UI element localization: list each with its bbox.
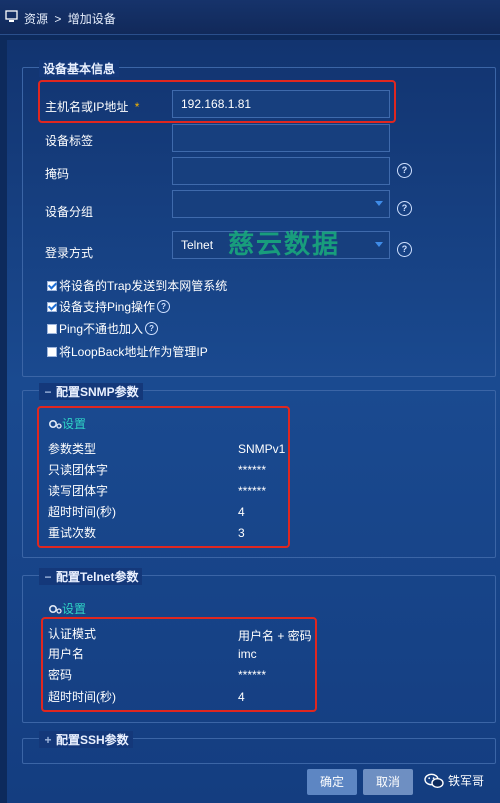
breadcrumb-current: 增加设备	[67, 12, 116, 26]
resource-monitor-icon	[5, 10, 18, 22]
hostname-highlight	[38, 80, 396, 123]
chevron-down-icon	[375, 242, 383, 247]
device-tag-label: 设备标签	[45, 134, 94, 148]
trap-option[interactable]: 将设备的Trap发送到本网管系统	[47, 277, 227, 294]
device-group-help-icon[interactable]: ?	[397, 201, 412, 216]
device-tag-input[interactable]	[172, 124, 390, 152]
breadcrumb: 资源 > 增加设备	[24, 10, 116, 27]
breadcrumb-separator: >	[54, 12, 62, 26]
ping-fail-checkbox[interactable]	[47, 323, 57, 334]
cancel-button[interactable]: 取消	[363, 769, 413, 795]
gear-icon	[48, 604, 62, 614]
breadcrumb-root[interactable]: 资源	[24, 12, 48, 26]
snmp-legend[interactable]: − 配置SNMP参数	[39, 383, 143, 400]
basic-info-legend: 设备基本信息	[39, 60, 120, 77]
trap-checkbox[interactable]	[47, 280, 57, 291]
telnet-highlight	[41, 617, 317, 712]
collapse-icon[interactable]: −	[43, 570, 53, 584]
loopback-option[interactable]: 将LoopBack地址作为管理IP	[47, 343, 208, 360]
confirm-button[interactable]: 确定	[307, 769, 357, 795]
telnet-legend[interactable]: − 配置Telnet参数	[39, 568, 143, 585]
login-method-label: 登录方式	[45, 246, 94, 260]
login-method-value: Telnet	[181, 238, 214, 252]
telnet-settings-link[interactable]: 设置	[48, 600, 86, 617]
ssh-panel: + 配置SSH参数	[22, 731, 496, 764]
device-group-select[interactable]	[172, 190, 390, 218]
loopback-checkbox[interactable]	[47, 346, 57, 357]
expand-icon[interactable]: +	[43, 733, 53, 747]
mask-label: 掩码	[45, 167, 70, 181]
wechat-badge: 铁军哥	[424, 772, 484, 789]
top-bar: 资源 > 增加设备	[0, 0, 500, 35]
device-group-label: 设备分组	[45, 205, 94, 219]
ping-support-checkbox[interactable]	[47, 301, 57, 312]
ping-support-help-icon[interactable]: ?	[157, 300, 171, 313]
mask-input[interactable]	[172, 157, 390, 185]
chevron-down-icon	[375, 201, 383, 206]
snmp-highlight	[37, 406, 290, 548]
collapse-icon[interactable]: −	[43, 385, 53, 399]
wechat-icon	[424, 773, 444, 788]
ping-fail-help-icon[interactable]: ?	[145, 322, 159, 335]
login-method-help-icon[interactable]: ?	[397, 242, 412, 257]
watermark: 慈云数据	[228, 230, 341, 260]
ping-support-option[interactable]: 设备支持Ping操作 ?	[47, 298, 171, 315]
mask-help-icon[interactable]: ?	[397, 163, 412, 178]
ssh-legend[interactable]: + 配置SSH参数	[39, 731, 133, 748]
ping-fail-option[interactable]: Ping不通也加入 ?	[47, 320, 159, 337]
